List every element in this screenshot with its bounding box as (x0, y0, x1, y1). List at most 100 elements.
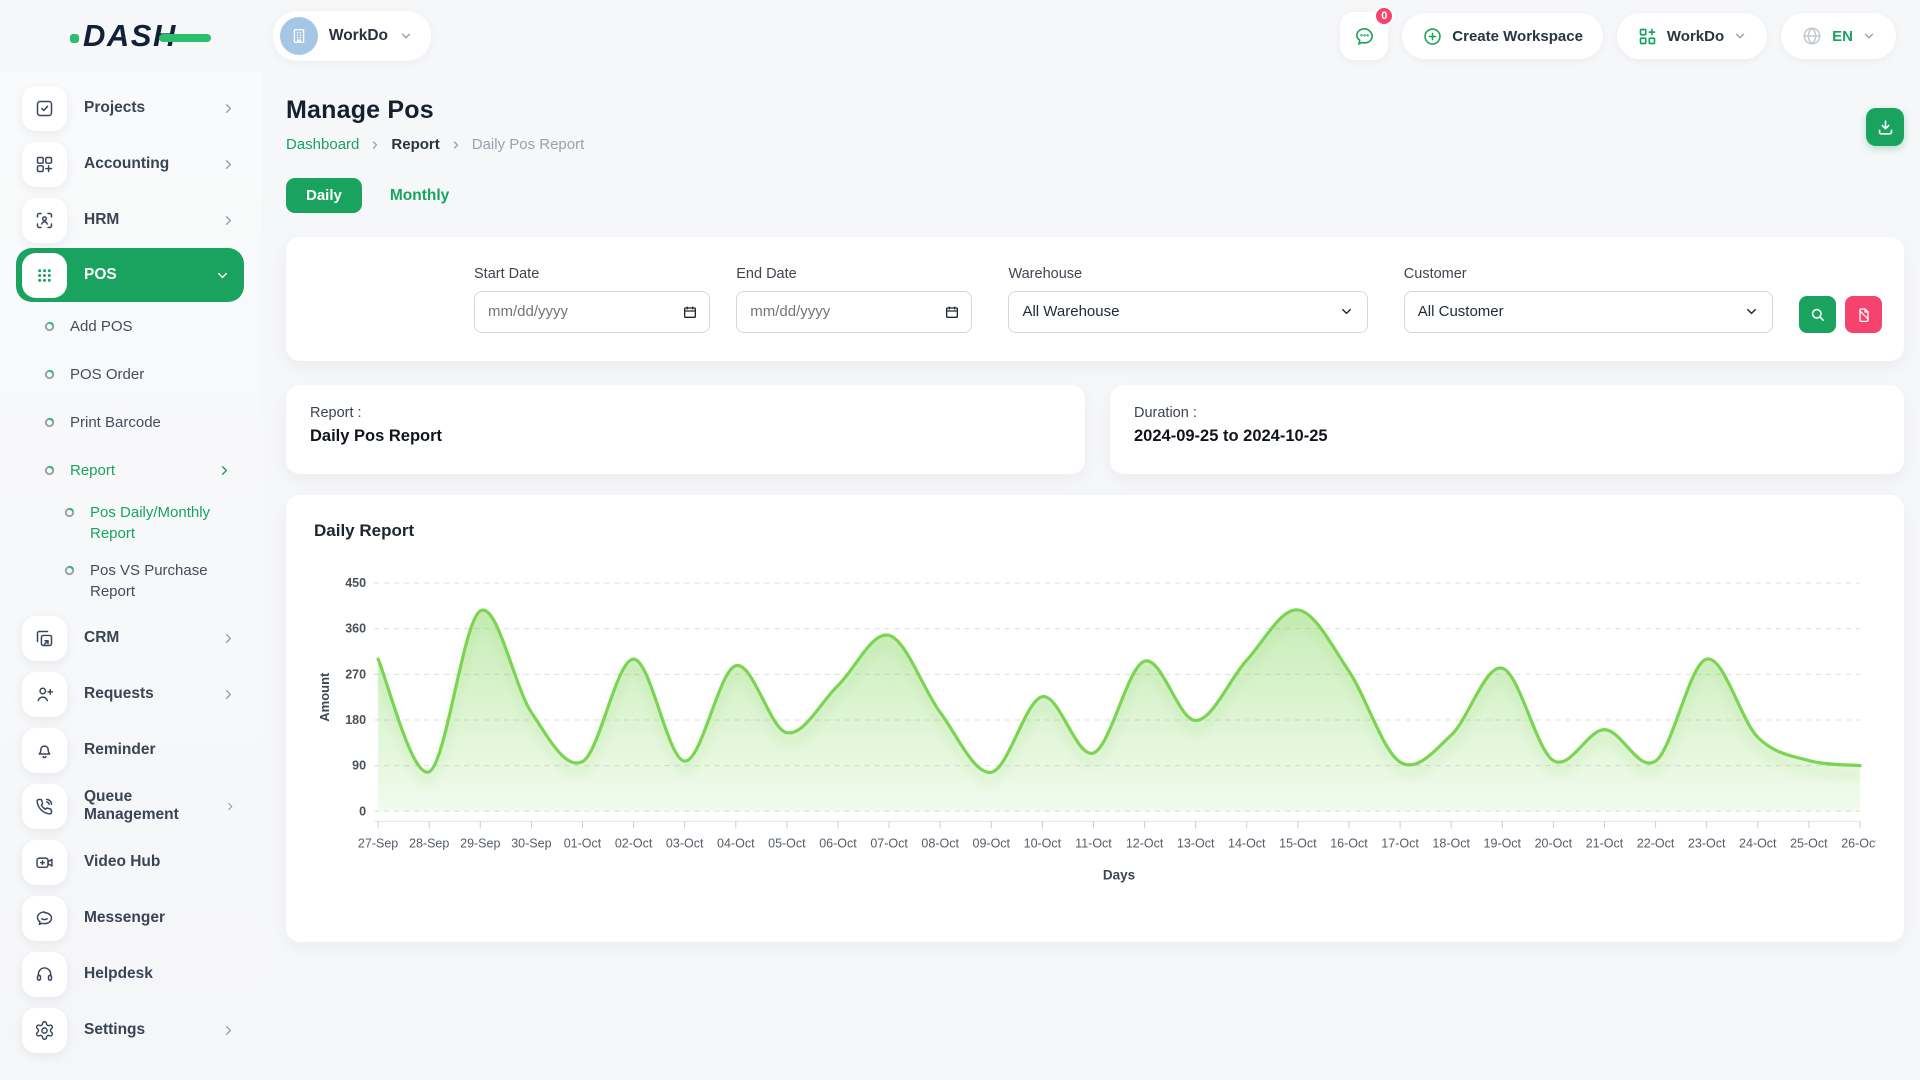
chart-wrap: 09018027036045027-Sep28-Sep29-Sep30-Sep0… (314, 567, 1876, 899)
language-label: EN (1832, 28, 1853, 45)
reset-icon (1856, 307, 1872, 323)
chat-bubble-icon (22, 896, 67, 941)
warehouse-group: Warehouse All Warehouse (1008, 266, 1367, 333)
reset-filter-button[interactable] (1845, 296, 1882, 333)
sidebar-item-pos[interactable]: POS (16, 248, 244, 302)
language-selector[interactable]: EN (1781, 13, 1896, 59)
end-date-field[interactable] (736, 291, 972, 333)
daily-report-card: Daily Report 09018027036045027-Sep28-Sep… (286, 495, 1904, 942)
topbar-actions: 0 Create Workspace WorkDo EN (1340, 12, 1896, 60)
sidebar-subitem-add-pos[interactable]: Add POS (0, 302, 262, 350)
svg-text:25-Oct: 25-Oct (1790, 836, 1828, 850)
bell-icon (22, 728, 67, 773)
page-title: Manage Pos (286, 96, 1904, 125)
apply-filter-button[interactable] (1799, 296, 1836, 333)
svg-text:21-Oct: 21-Oct (1586, 836, 1624, 850)
customer-group: Customer All Customer (1404, 266, 1773, 333)
sidebar-item-settings[interactable]: Settings (0, 1002, 262, 1058)
end-date-label: End Date (736, 266, 972, 282)
warehouse-label: Warehouse (1008, 266, 1367, 282)
donut-bullet-icon (44, 417, 55, 428)
chevron-down-icon (1733, 29, 1747, 43)
workspace-avatar (280, 17, 318, 55)
warehouse-select[interactable]: All Warehouse (1008, 291, 1367, 333)
filter-actions (1799, 296, 1882, 333)
svg-text:02-Oct: 02-Oct (615, 836, 653, 850)
tab-monthly[interactable]: Monthly (390, 187, 449, 205)
grid-plus-icon (22, 142, 67, 187)
plus-circle-icon (1422, 26, 1443, 47)
daily-report-area-chart: 09018027036045027-Sep28-Sep29-Sep30-Sep0… (314, 567, 1876, 899)
svg-text:05-Oct: 05-Oct (768, 836, 806, 850)
sidebar-item-helpdesk[interactable]: Helpdesk (0, 946, 262, 1002)
download-button[interactable] (1866, 108, 1904, 146)
svg-text:20-Oct: 20-Oct (1535, 836, 1573, 850)
sidebar-subitem-pos-vs-purchase-report[interactable]: Pos VS Purchase Report (0, 552, 262, 610)
svg-text:06-Oct: 06-Oct (819, 836, 857, 850)
warehouse-selected-value: All Warehouse (1022, 303, 1119, 320)
customer-label: Customer (1404, 266, 1773, 282)
chevron-right-icon (221, 101, 236, 116)
svg-text:15-Oct: 15-Oct (1279, 836, 1317, 850)
start-date-group: Start Date (474, 266, 710, 333)
svg-text:08-Oct: 08-Oct (921, 836, 959, 850)
sidebar-item-video-hub[interactable]: Video Hub (0, 834, 262, 890)
svg-text:26-Oct: 26-Oct (1841, 836, 1876, 850)
sidebar-item-crm[interactable]: CRM (0, 610, 262, 666)
workspace-selector[interactable]: WorkDo (273, 11, 431, 61)
app-menu-button[interactable]: WorkDo (1617, 13, 1767, 59)
logo-bar (159, 34, 211, 42)
svg-text:27-Sep: 27-Sep (358, 836, 398, 850)
chat-icon (1353, 25, 1376, 48)
end-date-group: End Date (736, 266, 972, 333)
calendar-icon[interactable] (682, 304, 698, 320)
duration-label: Duration : (1134, 405, 1880, 421)
sidebar-item-requests[interactable]: Requests (0, 666, 262, 722)
svg-text:18-Oct: 18-Oct (1432, 836, 1470, 850)
calendar-icon[interactable] (944, 304, 960, 320)
duration-summary-card: Duration : 2024-09-25 to 2024-10-25 (1110, 385, 1904, 474)
create-workspace-button[interactable]: Create Workspace (1402, 13, 1603, 59)
svg-text:270: 270 (345, 667, 366, 681)
svg-text:90: 90 (352, 759, 366, 773)
sidebar-subitem-pos-daily-monthly-report[interactable]: Pos Daily/Monthly Report (0, 494, 262, 552)
chevron-right-icon (224, 799, 236, 814)
svg-text:16-Oct: 16-Oct (1330, 836, 1368, 850)
start-date-input[interactable] (488, 303, 671, 320)
chevron-down-icon (1339, 304, 1354, 319)
main-content: Manage Pos Dashboard Report Daily Pos Re… (286, 72, 1904, 1080)
end-date-input[interactable] (750, 303, 933, 320)
sidebar-item-projects[interactable]: Projects (0, 80, 262, 136)
globe-icon (1801, 25, 1823, 47)
svg-text:03-Oct: 03-Oct (666, 836, 704, 850)
breadcrumb-report-link[interactable]: Report (391, 136, 439, 153)
customer-select[interactable]: All Customer (1404, 291, 1773, 333)
sidebar-item-reminder[interactable]: Reminder (0, 722, 262, 778)
breadcrumb: Dashboard Report Daily Pos Report (286, 136, 1904, 153)
sidebar-subitem-pos-order[interactable]: POS Order (0, 350, 262, 398)
app-root: DASH WorkDo 0 Create Workspace (0, 0, 1920, 1080)
donut-bullet-icon (44, 465, 55, 476)
donut-bullet-icon (64, 565, 75, 576)
messages-button[interactable]: 0 (1340, 12, 1388, 60)
breadcrumb-dashboard-link[interactable]: Dashboard (286, 136, 359, 153)
tab-daily[interactable]: Daily (286, 178, 362, 213)
sidebar-subitem-report[interactable]: Report (0, 446, 262, 494)
start-date-field[interactable] (474, 291, 710, 333)
svg-text:24-Oct: 24-Oct (1739, 836, 1777, 850)
chevron-right-icon (221, 687, 236, 702)
breadcrumb-current: Daily Pos Report (472, 136, 585, 153)
svg-text:07-Oct: 07-Oct (870, 836, 908, 850)
logo-dot (70, 34, 79, 43)
report-label: Report : (310, 405, 1061, 421)
sidebar-item-hrm[interactable]: HRM (0, 192, 262, 248)
grid-plus-icon (1637, 26, 1658, 47)
sidebar-subitem-print-barcode[interactable]: Print Barcode (0, 398, 262, 446)
svg-text:11-Oct: 11-Oct (1075, 836, 1112, 850)
donut-bullet-icon (44, 369, 55, 380)
user-plus-icon (22, 672, 67, 717)
svg-text:01-Oct: 01-Oct (564, 836, 602, 850)
sidebar-item-queue-management[interactable]: Queue Management (0, 778, 262, 834)
sidebar-item-messenger[interactable]: Messenger (0, 890, 262, 946)
sidebar-item-accounting[interactable]: Accounting (0, 136, 262, 192)
